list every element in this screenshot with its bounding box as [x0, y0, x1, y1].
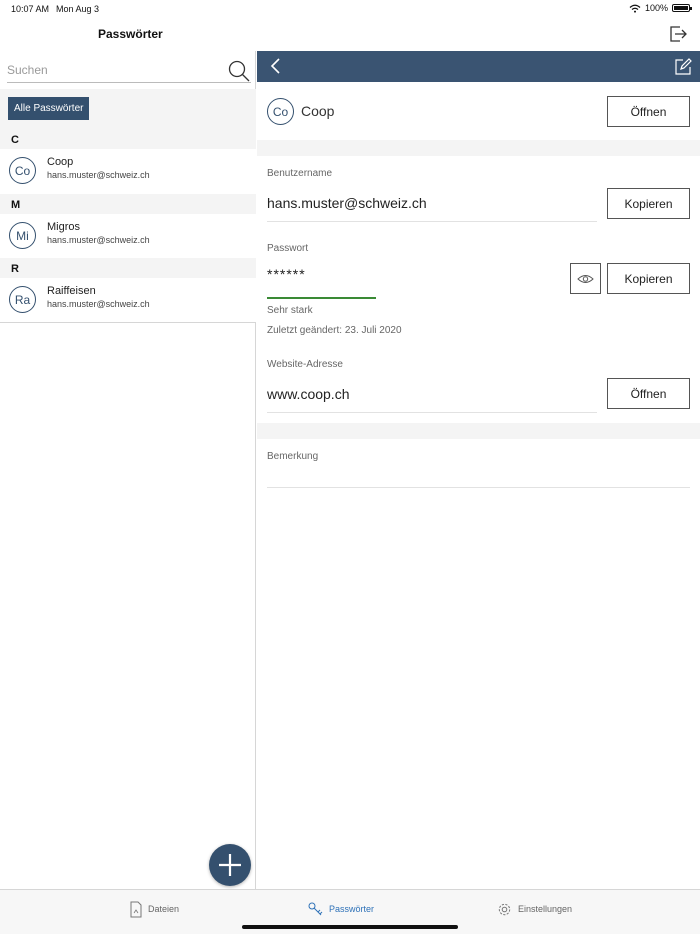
item-email: hans.muster@schweiz.ch [47, 235, 150, 245]
status-bar: 10:07 AM Mon Aug 3 100% [0, 0, 700, 18]
show-password-button[interactable] [570, 263, 601, 294]
copy-username-button[interactable]: Kopieren [607, 188, 690, 219]
nav-bar: Passwörter [0, 18, 700, 51]
last-changed: Zuletzt geändert: 23. Juli 2020 [267, 325, 402, 336]
status-right: 100% [629, 3, 692, 13]
key-icon [308, 902, 323, 915]
password-detail: Co Coop Öffnen Benutzername hans.muster@… [257, 82, 700, 889]
website-divider [267, 412, 597, 413]
username-divider [267, 221, 597, 222]
file-icon [130, 901, 142, 917]
edit-icon[interactable] [674, 58, 692, 76]
note-divider [267, 487, 690, 488]
strength-bar [267, 297, 376, 299]
avatar: Co [9, 157, 36, 184]
copy-password-button[interactable]: Kopieren [607, 263, 690, 294]
website-value[interactable]: www.coop.ch [267, 386, 349, 402]
search-icon[interactable] [227, 59, 251, 83]
item-email: hans.muster@schweiz.ch [47, 170, 150, 180]
section-header-r: R [0, 258, 256, 278]
username-value: hans.muster@schweiz.ch [267, 195, 427, 211]
item-email: hans.muster@schweiz.ch [47, 299, 150, 309]
gear-icon [498, 903, 511, 915]
all-passwords-filter-button[interactable]: Alle Passwörter [8, 97, 90, 120]
eye-icon [577, 274, 594, 283]
wifi-icon [629, 4, 641, 13]
avatar: Ra [9, 286, 36, 313]
password-label: Passwort [267, 243, 309, 254]
status-date: Mon Aug 3 [56, 4, 100, 14]
website-label: Website-Adresse [267, 359, 343, 370]
open-website-button[interactable]: Öffnen [607, 378, 690, 409]
battery-icon [672, 4, 692, 12]
password-value: ****** [267, 266, 306, 282]
list-item[interactable]: Mi Migros hans.muster@schweiz.ch [0, 214, 256, 259]
section-header-m: M [0, 194, 256, 214]
item-name: Coop [47, 156, 74, 168]
detail-header [257, 51, 700, 82]
avatar: Mi [9, 222, 36, 249]
battery-percent: 100% [644, 3, 668, 13]
tab-label: Einstellungen [518, 904, 573, 914]
home-indicator [242, 925, 458, 929]
add-password-button[interactable] [209, 844, 251, 886]
note-label: Bemerkung [267, 451, 319, 462]
page-title: Passwörter [98, 27, 163, 41]
section-separator [257, 423, 700, 439]
tab-passwoerter[interactable]: Passwörter [308, 899, 374, 919]
open-entry-button[interactable]: Öffnen [607, 96, 690, 127]
tab-label: Passwörter [329, 904, 375, 914]
entry-title: Coop [301, 103, 335, 119]
section-separator [257, 140, 700, 156]
section-header-c: C [0, 129, 256, 149]
list-item[interactable]: Co Coop hans.muster@schweiz.ch [0, 149, 256, 194]
back-icon[interactable] [269, 57, 283, 75]
tab-label: Dateien [148, 904, 180, 914]
password-list-pane: Alle Passwörter C Co Coop hans.muster@sc… [0, 51, 256, 889]
tab-dateien[interactable]: Dateien [130, 899, 179, 919]
search-input[interactable] [7, 60, 217, 80]
password-strength: Sehr stark [267, 305, 313, 316]
item-name: Raiffeisen [47, 285, 96, 297]
status-time: 10:07 AM [11, 4, 50, 14]
item-name: Migros [47, 221, 81, 233]
logout-icon[interactable] [668, 24, 688, 44]
search-bar [7, 55, 251, 83]
username-label: Benutzername [267, 168, 333, 179]
tab-einstellungen[interactable]: Einstellungen [497, 899, 572, 919]
list-divider [0, 322, 256, 323]
plus-icon [219, 854, 241, 876]
list-item[interactable]: Ra Raiffeisen hans.muster@schweiz.ch [0, 278, 256, 323]
avatar: Co [267, 98, 294, 125]
